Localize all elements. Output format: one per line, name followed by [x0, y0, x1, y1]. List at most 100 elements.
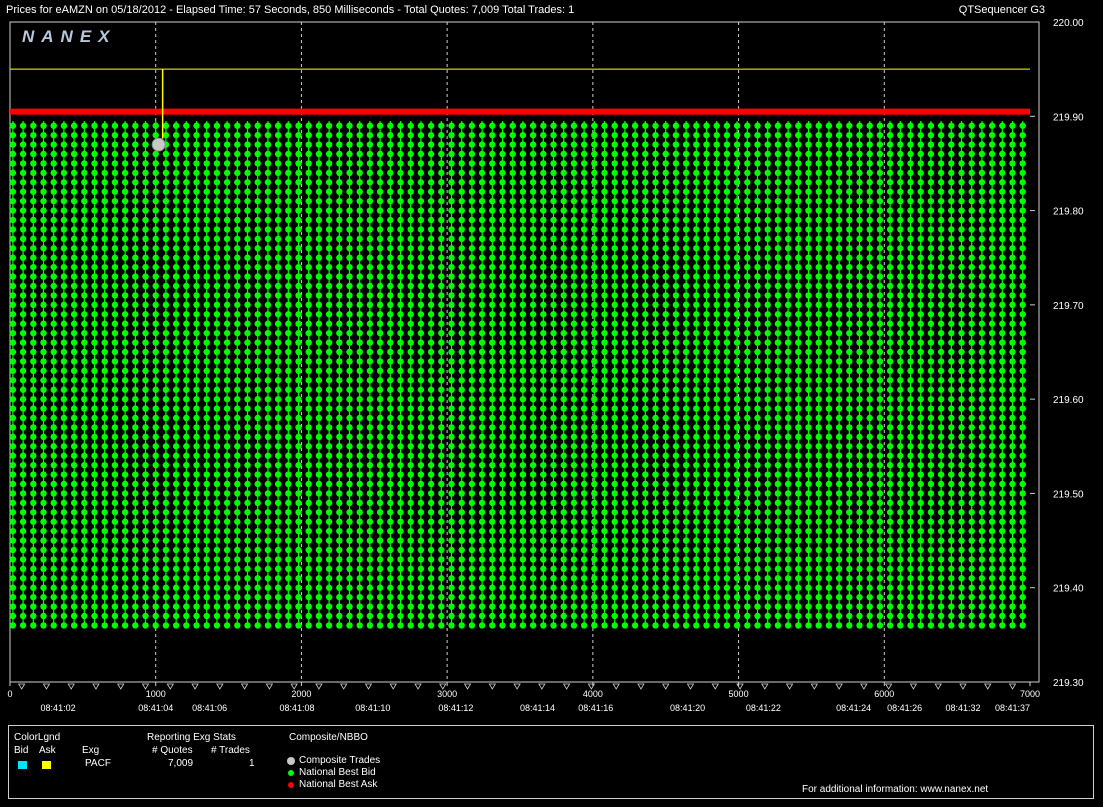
bid-point [754, 537, 761, 544]
bid-point [856, 377, 863, 384]
bid-point [376, 490, 384, 497]
bid-point [591, 320, 598, 327]
bid-point [285, 622, 292, 629]
bid-point [387, 433, 394, 441]
bid-point [570, 480, 578, 488]
bid-point [795, 414, 802, 422]
bid-point [427, 612, 435, 620]
bid-point [774, 358, 782, 365]
bid-point [315, 461, 323, 469]
bid-point [19, 584, 27, 591]
bid-point [580, 292, 588, 299]
bid-point [550, 150, 557, 158]
bid-point [540, 565, 547, 573]
bid-point [448, 150, 455, 158]
bid-point [325, 329, 333, 337]
bid-point [825, 377, 833, 384]
bid-point [417, 461, 425, 469]
bid-point [101, 509, 108, 516]
bid-point [448, 263, 455, 271]
bid-point [499, 301, 506, 309]
bid-point [223, 179, 231, 186]
bid-point [744, 131, 751, 139]
bid-point [172, 461, 180, 469]
bid-point [427, 207, 435, 214]
bid-point [560, 480, 567, 488]
bid-point [142, 593, 149, 601]
bid-point [325, 499, 333, 507]
bid-point [346, 405, 353, 412]
bid-point [795, 603, 802, 610]
bid-point [254, 490, 261, 497]
bid-point [897, 188, 904, 195]
bid-point [478, 509, 486, 516]
bid-point [234, 509, 241, 516]
bid-point [101, 433, 108, 441]
bid-point [9, 122, 17, 129]
bid-point [193, 292, 200, 299]
bid-point [540, 122, 547, 129]
bid-point [846, 282, 853, 290]
bid-point [183, 452, 190, 459]
bid-point [60, 311, 68, 318]
bid-point [642, 169, 649, 177]
bid-point [427, 273, 435, 280]
bid-point [40, 490, 47, 497]
bid-point [366, 150, 374, 158]
bid-point [325, 254, 333, 261]
bid-point [642, 414, 649, 422]
bid-point [427, 311, 435, 318]
bid-point [764, 424, 771, 431]
bid-point [478, 386, 486, 393]
bid-point [866, 273, 873, 280]
bid-point [631, 273, 639, 280]
bid-point [387, 254, 394, 261]
bid-point [81, 575, 88, 582]
bid-point [876, 254, 884, 261]
bid-point [203, 603, 210, 610]
bid-point [336, 216, 343, 224]
bid-point [876, 367, 884, 375]
bid-point [111, 461, 119, 469]
bid-point [438, 216, 445, 224]
bid-point [580, 377, 588, 384]
bid-point [254, 405, 261, 412]
bid-point [366, 226, 374, 233]
bid-point [397, 509, 404, 516]
bid-point [642, 216, 649, 224]
bid-point [550, 179, 557, 186]
bid-point [713, 575, 720, 582]
bid-point [81, 565, 88, 573]
bid-point [407, 273, 414, 280]
bid-point [529, 443, 537, 450]
bid-point [652, 395, 659, 403]
bid-point [132, 131, 139, 139]
bid-point [183, 216, 190, 224]
bid-point [285, 311, 292, 318]
bid-point [550, 122, 557, 129]
bid-point [315, 518, 323, 525]
bid-point [213, 603, 221, 610]
bid-point [162, 292, 170, 299]
bid-point [907, 245, 914, 252]
bid-point [529, 546, 537, 554]
bid-point [223, 490, 231, 497]
bid-point [642, 584, 649, 591]
bid-point [325, 565, 333, 573]
bid-point [652, 537, 659, 544]
bid-point [427, 603, 435, 610]
bid-point [642, 131, 649, 139]
bid-point [366, 471, 374, 478]
bid-point [866, 226, 873, 233]
bid-point [580, 603, 588, 610]
bid-point [846, 509, 853, 516]
bid-point [754, 405, 761, 412]
bid-point [376, 292, 384, 299]
bid-point [234, 358, 241, 365]
bid-point [846, 235, 853, 243]
bid-point [693, 226, 700, 233]
bid-point [111, 160, 119, 167]
bid-point [305, 301, 312, 309]
bid-point [540, 622, 547, 629]
bid-point [682, 405, 690, 412]
